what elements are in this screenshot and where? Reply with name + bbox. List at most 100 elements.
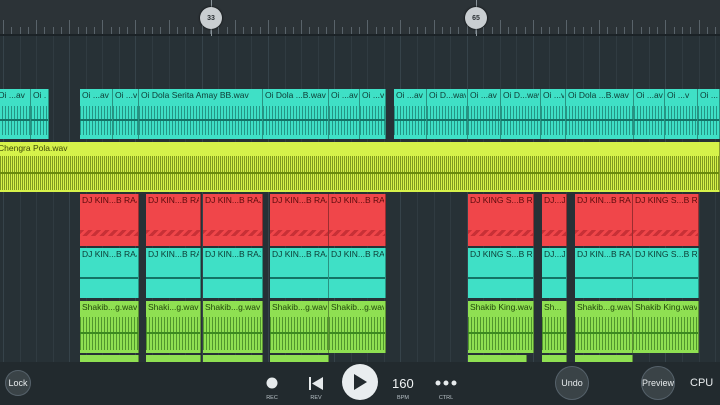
audio-clip[interactable]: Oi Dola Serita Amay BB.wav [139,89,263,139]
grid-line [400,36,402,362]
audio-clip[interactable]: Oi D...wav [501,89,541,139]
clip-label: DJ KING S...B RAJ [635,249,697,259]
audio-clip[interactable]: Shakib...g.wav [575,301,633,353]
ruler-tick [557,27,559,34]
audio-clip[interactable]: Oi ...av [394,89,427,139]
clip-label: Oi Dola ...B.wav [568,90,629,100]
audio-clip[interactable]: Shakib...g.wav [329,301,386,353]
audio-clip[interactable]: DJ KIN...B RAJ [203,194,263,246]
audio-clip[interactable]: DJ KING S...B RAJ [468,194,534,246]
audio-clip[interactable]: DJ KIN...B RAJ [270,194,329,246]
bpm-value[interactable]: 160 [392,376,414,391]
audio-clip[interactable]: DJ KIN...B RAJ [80,248,139,298]
audio-clip[interactable]: DJ...J [542,194,567,246]
playlist-area[interactable]: Oi ...av Oi ...v Oi ...av Oi ...v Oi Dol… [0,36,720,362]
ctrl-button[interactable] [434,373,458,393]
audio-clip[interactable]: Shaki...g.wav [146,301,201,353]
audio-clip[interactable]: Oi ...av [0,89,31,139]
clip-label: DJ KING S...B RAJ [470,249,532,259]
app-window: 33 65 Oi ...av Oi ...v Oi ...av Oi ...v … [0,0,720,405]
ruler-tick [640,27,642,34]
grid-line [417,36,418,362]
preview-button[interactable]: Preview [641,366,675,400]
ruler-tick [408,27,410,34]
ruler-tick [508,27,510,34]
clip-label: Oi ...av [0,90,25,100]
rewind-button[interactable] [306,373,326,393]
ruler-tick [176,27,178,34]
audio-clip[interactable]: Oi ...v [31,89,49,139]
audio-clip[interactable]: DJ KIN...B RAJ [270,248,329,298]
audio-clip[interactable]: Chengra Pola.wav [0,142,720,192]
ctrl-label: CTRL [438,395,454,401]
timeline-ruler[interactable]: 33 65 [0,0,720,36]
audio-clip[interactable] [146,355,201,362]
audio-clip[interactable]: DJ...J [542,248,567,298]
audio-clip[interactable] [468,355,527,362]
bar-marker-65[interactable]: 65 [465,7,487,29]
ruler-tick [251,27,253,34]
audio-clip[interactable] [80,355,139,362]
ruler-tick [152,27,154,34]
audio-clip[interactable]: DJ KIN...B RAJ [146,248,201,298]
ruler-tick [284,27,286,34]
audio-clip[interactable]: DJ KIN...B RAJ [80,194,139,246]
audio-clip[interactable]: DJ KIN...B RAJ [203,248,263,298]
audio-clip[interactable] [575,355,633,362]
audio-clip[interactable]: Shakib King.wav [633,301,699,353]
audio-clip[interactable] [203,355,263,362]
audio-clip[interactable]: Oi ...v [665,89,698,139]
audio-clip[interactable]: DJ KIN...B RAJ [329,248,386,298]
ruler-tick [441,27,443,34]
ruler-tick [69,20,71,34]
audio-clip[interactable]: Sh... [542,301,567,353]
audio-clip[interactable] [270,355,329,362]
audio-clip[interactable]: DJ KING S...B RAJ [633,248,699,298]
ruler-tick [582,27,584,34]
audio-clip[interactable]: DJ KIN...B RAJ [575,194,633,246]
grid-line [267,36,269,362]
ruler-tick [615,27,617,34]
audio-clip[interactable]: Oi ... [698,89,720,139]
clip-label: DJ...J [544,195,565,205]
audio-clip[interactable]: Oi Dola ...B.wav [566,89,634,139]
clip-label: Shaki...g.wav [148,302,199,312]
audio-clip[interactable] [542,355,567,362]
audio-clip[interactable]: Shakib...g.wav [80,301,139,353]
audio-clip[interactable]: Shakib...g.wav [203,301,263,353]
ruler-tick [499,20,501,34]
ruler-tick [292,27,294,34]
audio-clip[interactable]: Oi ...av [634,89,665,139]
undo-button[interactable]: Undo [555,366,589,400]
bar-marker-33[interactable]: 33 [200,7,222,29]
ruler-tick [85,27,87,34]
ruler-tick [243,27,245,34]
audio-clip[interactable]: Oi Dola ...B.wav [263,89,329,139]
audio-clip[interactable]: DJ KING S...B RAJ [468,248,534,298]
audio-clip[interactable]: DJ KING S...B RAJ [633,194,699,246]
audio-clip[interactable]: Oi ...av [80,89,113,139]
ruler-tick [135,20,137,34]
audio-clip[interactable]: Shakib King.wav [468,301,534,353]
audio-clip[interactable]: Shakib...g.wav [270,301,329,353]
audio-clip[interactable]: Oi ...v [541,89,566,139]
audio-clip[interactable]: Oi ...av [329,89,360,139]
clip-label: Shakib...g.wav [82,302,137,312]
audio-clip[interactable]: Oi D...wav [427,89,468,139]
ruler-tick [706,27,708,34]
clip-label: DJ KIN...B RAJ [148,249,199,259]
audio-clip[interactable]: DJ KIN...B RAJ [329,194,386,246]
audio-clip[interactable]: Oi ...v [113,89,139,139]
audio-clip[interactable]: Oi ...v [360,89,386,139]
clip-label: Shakib...g.wav [205,302,261,312]
clip-label: Chengra Pola.wav [0,143,68,153]
audio-clip[interactable]: DJ KIN...B RAJ [575,248,633,298]
lock-button[interactable]: Lock [5,370,31,396]
audio-clip[interactable]: Oi ...av [468,89,501,139]
record-button[interactable] [262,373,282,393]
grid-line [19,36,21,362]
ruler-tick [450,27,452,34]
audio-clip[interactable]: DJ KIN...B RAJ [146,194,201,246]
ruler-tick [524,27,526,34]
play-button[interactable] [342,364,378,400]
